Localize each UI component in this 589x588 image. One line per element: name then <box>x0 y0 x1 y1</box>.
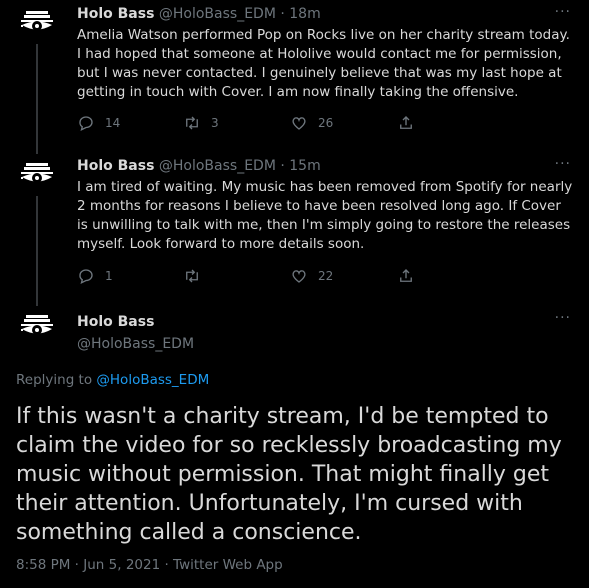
thread-line <box>36 296 38 306</box>
replying-to: Replying to @HoloBass_EDM <box>16 372 209 388</box>
display-name[interactable]: Holo Bass <box>77 6 154 22</box>
tweet-header: Holo Bass @HoloBass_EDM · 15m <box>77 158 321 174</box>
avatar[interactable] <box>18 4 56 42</box>
thread-line <box>36 196 38 296</box>
tweet-timestamp[interactable]: 8:58 PM · Jun 5, 2021 · Twitter Web App <box>16 557 283 573</box>
more-options-button[interactable]: ··· <box>555 310 571 326</box>
like-button[interactable]: 22 <box>290 267 333 285</box>
like-button[interactable]: 26 <box>290 114 333 132</box>
tweet-actions: 1 22 <box>77 267 517 287</box>
avatar-logo-icon <box>21 163 53 183</box>
more-options-button[interactable]: ··· <box>555 156 571 172</box>
replying-prefix: Replying to <box>16 372 93 388</box>
tweet-text: I am tired of waiting. My music has been… <box>77 179 573 252</box>
reply-button[interactable]: 14 <box>77 114 120 132</box>
tweet-2[interactable]: Holo Bass @HoloBass_EDM · 15m ··· I am t… <box>0 148 589 296</box>
handle[interactable]: @HoloBass_EDM <box>159 158 276 174</box>
retweet-count: 3 <box>211 116 219 130</box>
share-icon <box>400 269 412 282</box>
tweet-actions: 14 3 26 <box>77 114 517 134</box>
share-button[interactable] <box>397 114 425 132</box>
retweet-icon <box>186 116 198 130</box>
handle[interactable]: @HoloBass_EDM <box>159 6 276 22</box>
reply-button[interactable]: 1 <box>77 267 113 285</box>
timestamp[interactable]: · 15m <box>280 158 320 174</box>
reply-icon <box>79 116 93 132</box>
avatar[interactable] <box>18 156 56 194</box>
display-name[interactable]: Holo Bass <box>77 158 154 174</box>
more-options-button[interactable]: ··· <box>555 4 571 20</box>
display-name[interactable]: Holo Bass <box>77 314 154 330</box>
thread-line <box>36 148 38 154</box>
like-count: 22 <box>318 269 334 283</box>
tweet-header: Holo Bass @HoloBass_EDM · 18m <box>77 6 321 22</box>
timestamp[interactable]: · 18m <box>280 6 320 22</box>
avatar-logo-icon <box>21 315 53 335</box>
reply-icon <box>79 269 93 285</box>
reply-count: 14 <box>105 116 121 130</box>
avatar[interactable] <box>18 308 56 346</box>
share-button[interactable] <box>397 267 425 285</box>
heart-icon <box>292 270 306 283</box>
like-count: 26 <box>318 116 334 130</box>
retweet-button[interactable]: 3 <box>183 114 219 132</box>
main-tweet-text: If this wasn't a charity stream, I'd be … <box>16 404 562 545</box>
share-icon <box>400 116 412 129</box>
retweet-button[interactable] <box>183 267 211 285</box>
reply-count: 1 <box>105 269 113 283</box>
replying-to-link[interactable]: @HoloBass_EDM <box>96 372 209 388</box>
handle[interactable]: @HoloBass_EDM <box>77 336 194 352</box>
tweet-text: Amelia Watson performed Pop on Rocks liv… <box>77 27 570 100</box>
heart-icon <box>292 117 306 130</box>
tweet-1[interactable]: Holo Bass @HoloBass_EDM · 18m ··· Amelia… <box>0 0 589 148</box>
avatar-logo-icon <box>21 11 53 31</box>
thread-line <box>36 44 38 148</box>
retweet-icon <box>186 269 198 283</box>
